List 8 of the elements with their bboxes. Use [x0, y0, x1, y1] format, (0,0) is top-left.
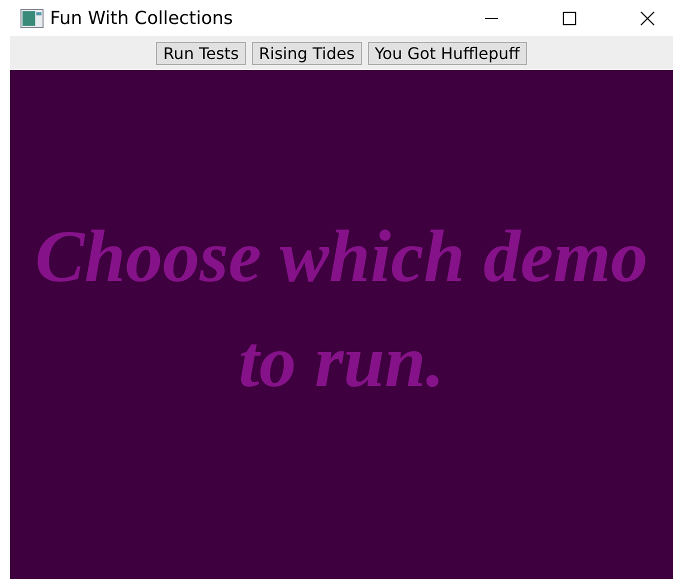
close-icon[interactable] — [640, 10, 655, 26]
toolbar-button[interactable]: Rising Tides — [252, 42, 362, 64]
prompt-message: Choose which demo to run. — [34, 214, 649, 404]
toolbar-button[interactable]: Run Tests — [156, 42, 246, 64]
window-title: Fun With Collections — [50, 8, 233, 28]
app-icon — [20, 8, 44, 28]
toolbar-button[interactable]: You Got Hufflepuff — [368, 42, 527, 64]
maximize-icon[interactable] — [562, 10, 577, 26]
